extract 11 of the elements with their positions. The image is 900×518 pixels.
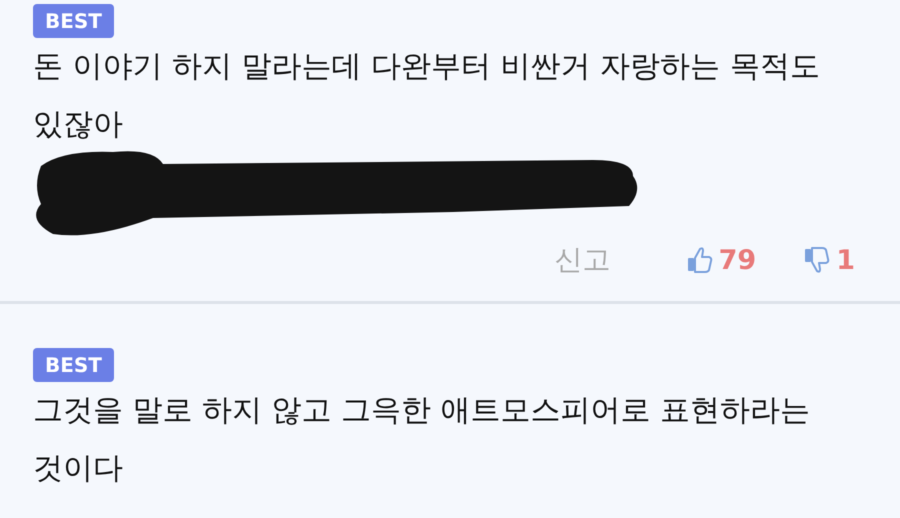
like-count: 79 <box>718 244 756 276</box>
dislike-count: 1 <box>836 244 855 276</box>
best-badge: BEST <box>33 4 114 38</box>
comment-text: 돈 이야기 하지 말라는데 다완부터 비싼거 자랑하는 목적도 있잖아 <box>33 48 821 144</box>
thumbs-down-icon <box>804 246 830 274</box>
thumbs-up-icon <box>686 246 713 274</box>
comment-text: 그것을 말로 하지 않고 그윽한 애트모스피어로 표현하라는 것이다 <box>33 392 812 488</box>
best-badge: BEST <box>33 348 114 382</box>
dislike-button[interactable]: 1 <box>804 244 855 276</box>
like-button[interactable]: 79 <box>686 244 756 276</box>
report-button[interactable]: 신고 <box>554 241 611 279</box>
